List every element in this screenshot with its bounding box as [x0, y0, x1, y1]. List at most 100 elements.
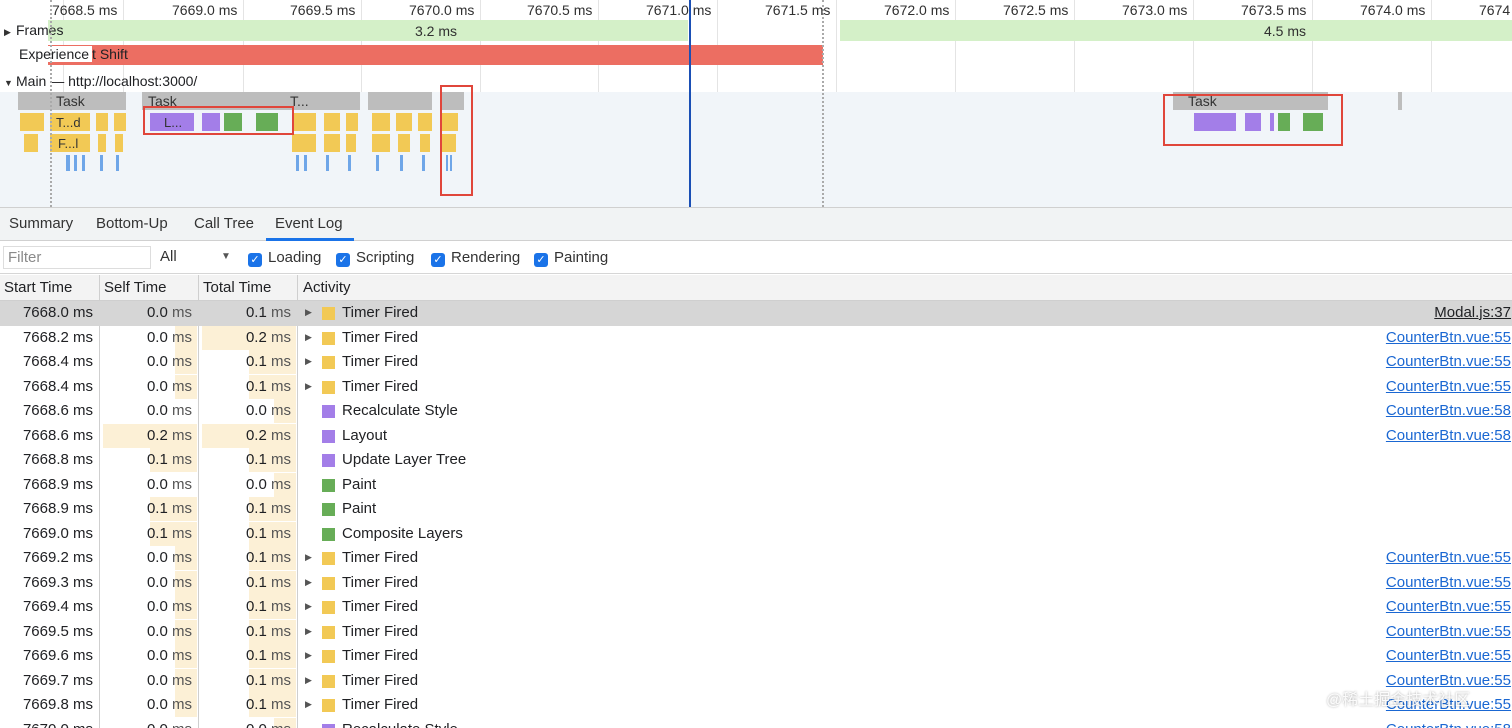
source-link[interactable]: CounterBtn.vue:55	[1386, 574, 1511, 591]
tab-summary[interactable]: Summary	[9, 215, 73, 232]
collapse-triangle-icon[interactable]: ▼	[4, 78, 16, 88]
table-row[interactable]: 7669.0 ms 0.1 ms 0.1 ms Composite Layers	[0, 521, 1512, 547]
source-link[interactable]: CounterBtn.vue:55	[1386, 623, 1511, 640]
timeline-flamechart[interactable]: 3.2 ms 4.5 ms ▶ Frames Experience t Shift …	[0, 0, 1512, 207]
timer-fired-block[interactable]	[346, 113, 358, 131]
call-sliver[interactable]	[66, 155, 70, 171]
source-link[interactable]: CounterBtn.vue:55	[1386, 549, 1511, 566]
duration-filter-select[interactable]: All	[160, 248, 177, 265]
loading-checkbox[interactable]: ✓ Loading	[248, 249, 321, 267]
checkmark-icon[interactable]: ✓	[336, 253, 350, 267]
main-track-header[interactable]: ▼ Main — http://localhost:3000/	[4, 73, 197, 89]
source-link[interactable]: CounterBtn.vue:55	[1386, 329, 1511, 346]
expand-triangle-icon[interactable]: ▶	[305, 332, 312, 343]
table-row[interactable]: 7668.2 ms 0.0 ms 0.2 ms ▶ Timer Fired Counter…	[0, 325, 1512, 351]
table-row[interactable]: 7669.6 ms 0.0 ms 0.1 ms ▶ Timer Fired Counter…	[0, 644, 1512, 669]
table-row[interactable]: 7668.9 ms 0.0 ms 0.0 ms Paint	[0, 472, 1512, 498]
call-sliver[interactable]	[400, 155, 403, 171]
tab-event-log[interactable]: Event Log	[275, 215, 343, 232]
layout-shift-bar[interactable]	[48, 45, 823, 65]
source-link[interactable]: CounterBtn.vue:58	[1386, 402, 1511, 419]
table-row[interactable]: 7668.4 ms 0.0 ms 0.1 ms ▶ Timer Fired Counter…	[0, 350, 1512, 375]
table-row[interactable]: 7670.0 ms0.0 ms0.0 msRecalculate StyleCo…	[0, 717, 1512, 728]
expand-triangle-icon[interactable]: ▶	[305, 675, 312, 686]
column-header-total-time[interactable]: Total Time	[203, 279, 271, 296]
checkmark-icon[interactable]: ✓	[248, 253, 262, 267]
call-sliver[interactable]	[326, 155, 329, 171]
column-header-activity[interactable]: Activity	[303, 279, 351, 296]
function-call-block[interactable]	[292, 134, 316, 152]
column-header-start-time[interactable]: Start Time	[4, 279, 72, 296]
timer-fired-block[interactable]	[20, 113, 44, 131]
tab-call-tree[interactable]: Call Tree	[194, 215, 254, 232]
table-row[interactable]: 7668.8 ms 0.1 ms 0.1 ms Update Layer Tree	[0, 448, 1512, 473]
expand-triangle-icon[interactable]: ▶	[4, 27, 16, 38]
table-row[interactable]: 7669.2 ms 0.0 ms 0.1 ms ▶ Timer Fired Counter…	[0, 546, 1512, 571]
function-call-block[interactable]	[372, 134, 390, 152]
task-block[interactable]	[1398, 92, 1402, 110]
expand-triangle-icon[interactable]: ▶	[305, 577, 312, 588]
frames-track[interactable]: 3.2 ms 4.5 ms	[0, 20, 1512, 41]
source-link[interactable]: Modal.js:37	[1434, 304, 1511, 321]
tab-bottom-up[interactable]: Bottom-Up	[96, 215, 168, 232]
expand-triangle-icon[interactable]: ▶	[305, 356, 312, 367]
function-call-block[interactable]	[398, 134, 410, 152]
call-sliver[interactable]	[304, 155, 307, 171]
expand-triangle-icon[interactable]: ▶	[305, 381, 312, 392]
function-call-block[interactable]	[324, 134, 340, 152]
frames-track-header[interactable]: ▶ Frames	[4, 22, 63, 38]
expand-triangle-icon[interactable]: ▶	[305, 626, 312, 637]
call-sliver[interactable]	[100, 155, 103, 171]
function-call-block[interactable]	[98, 134, 106, 152]
expand-triangle-icon[interactable]: ▶	[305, 699, 312, 710]
rendering-checkbox[interactable]: ✓ Rendering	[431, 249, 520, 267]
checkmark-icon[interactable]: ✓	[534, 253, 548, 267]
function-call-block[interactable]	[115, 134, 123, 152]
expand-triangle-icon[interactable]: ▶	[305, 552, 312, 563]
timer-fired-block[interactable]	[294, 113, 316, 131]
source-link[interactable]: CounterBtn.vue:55	[1386, 598, 1511, 615]
call-sliver[interactable]	[82, 155, 85, 171]
table-row[interactable]: 7668.6 ms 0.0 ms 0.0 ms Recalculate Style Co…	[0, 399, 1512, 424]
scripting-checkbox[interactable]: ✓ Scripting	[336, 249, 414, 267]
source-link[interactable]: CounterBtn.vue:55	[1386, 378, 1511, 395]
timer-fired-block[interactable]	[372, 113, 390, 131]
filter-input[interactable]	[3, 246, 151, 269]
source-link[interactable]: CounterBtn.vue:58	[1386, 427, 1511, 444]
table-row[interactable]: 7669.4 ms 0.0 ms 0.1 ms ▶ Timer Fired Counter…	[0, 595, 1512, 620]
table-row[interactable]: 7669.7 ms 0.0 ms 0.1 ms ▶ Timer Fired Counter…	[0, 668, 1512, 694]
timer-fired-block[interactable]	[324, 113, 340, 131]
expand-triangle-icon[interactable]: ▶	[305, 307, 312, 318]
timer-fired-block[interactable]	[114, 113, 126, 131]
source-link[interactable]: CounterBtn.vue:55	[1386, 647, 1511, 664]
task-block[interactable]	[368, 92, 432, 110]
function-call-block[interactable]	[346, 134, 356, 152]
dropdown-arrow-icon[interactable]: ▼	[221, 251, 231, 262]
source-link[interactable]: CounterBtn.vue:58	[1386, 721, 1511, 728]
table-row[interactable]: 7668.6 ms 0.2 ms 0.2 ms Layout CounterBtn.vu…	[0, 423, 1512, 449]
timer-fired-block[interactable]	[396, 113, 412, 131]
source-link[interactable]: CounterBtn.vue:55	[1386, 353, 1511, 370]
frame-segment[interactable]	[840, 20, 1512, 41]
call-sliver[interactable]	[296, 155, 299, 171]
call-sliver[interactable]	[376, 155, 379, 171]
expand-triangle-icon[interactable]: ▶	[305, 650, 312, 661]
table-row[interactable]: 7669.3 ms 0.0 ms 0.1 ms ▶ Timer Fired Counter…	[0, 570, 1512, 596]
function-call-block[interactable]	[24, 134, 38, 152]
table-row[interactable]: 7668.0 ms 0.0 ms 0.1 ms ▶ Timer Fired Modal.j…	[0, 301, 1512, 326]
call-sliver[interactable]	[422, 155, 425, 171]
timer-fired-block[interactable]	[96, 113, 108, 131]
table-row[interactable]: 7669.8 ms 0.0 ms 0.1 ms ▶ Timer Fired Counter…	[0, 693, 1512, 718]
function-call-block[interactable]	[420, 134, 430, 152]
call-sliver[interactable]	[348, 155, 351, 171]
table-row[interactable]: 7668.9 ms 0.1 ms 0.1 ms Paint	[0, 497, 1512, 522]
column-header-self-time[interactable]: Self Time	[104, 279, 167, 296]
checkmark-icon[interactable]: ✓	[431, 253, 445, 267]
frame-segment[interactable]	[48, 20, 688, 41]
table-row[interactable]: 7669.5 ms 0.0 ms 0.1 ms ▶ Timer Fired Counter…	[0, 619, 1512, 645]
call-sliver[interactable]	[74, 155, 77, 171]
table-row[interactable]: 7668.4 ms 0.0 ms 0.1 ms ▶ Timer Fired Counter…	[0, 374, 1512, 400]
expand-triangle-icon[interactable]: ▶	[305, 601, 312, 612]
timer-fired-block[interactable]	[418, 113, 432, 131]
painting-checkbox[interactable]: ✓ Painting	[534, 249, 608, 267]
